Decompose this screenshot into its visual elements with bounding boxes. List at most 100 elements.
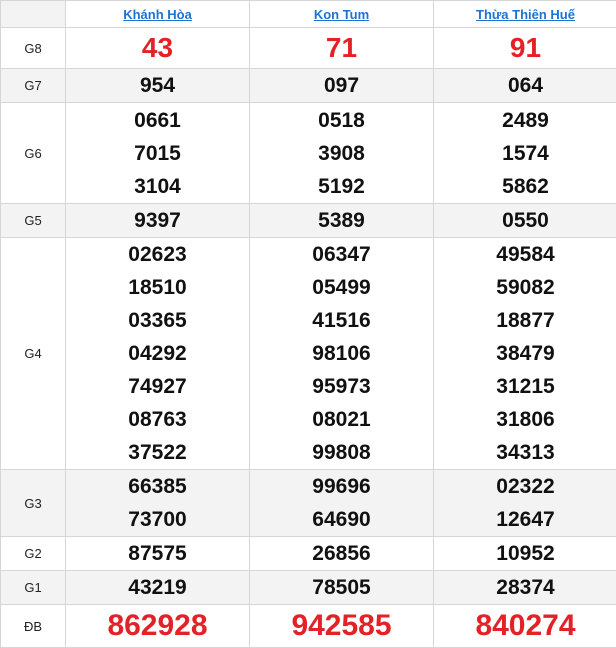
result-number: 03365 [66,304,249,337]
result-number: 34313 [434,436,616,469]
result-number: 43 [66,28,249,68]
result-number: 5389 [250,204,433,237]
prize-row: G402623185100336504292749270876337522063… [1,238,616,470]
result-number: 942585 [250,605,433,647]
result-cell: 71 [250,28,434,69]
result-number: 64690 [250,503,433,536]
result-number: 0661 [66,104,249,137]
province-link-thua-thien-hue[interactable]: Thừa Thiên Huế [476,7,575,22]
result-number: 02322 [434,470,616,503]
result-number: 38479 [434,337,616,370]
prize-label: G8 [1,28,66,69]
result-number: 18877 [434,304,616,337]
prize-label: G1 [1,571,66,605]
result-number: 28374 [434,571,616,604]
result-cell: 9969664690 [250,470,434,537]
result-number: 0518 [250,104,433,137]
prize-label: G5 [1,204,66,238]
result-cell: 862928 [66,605,250,648]
result-number: 7015 [66,137,249,170]
province-header: Thừa Thiên Huế [434,1,616,28]
result-cell: 9397 [66,204,250,238]
result-cell: 02623185100336504292749270876337522 [66,238,250,470]
result-cell: 954 [66,69,250,103]
result-number: 04292 [66,337,249,370]
result-cell: 87575 [66,537,250,571]
result-cell: 051839085192 [250,103,434,204]
result-cell: 26856 [250,537,434,571]
results-body: G8437191G7954097064G60661701531040518390… [1,28,616,648]
result-number: 064 [434,69,616,102]
prize-row: G5939753890550 [1,204,616,238]
result-number: 9397 [66,204,249,237]
result-cell: 5389 [250,204,434,238]
result-number: 06347 [250,238,433,271]
prize-label: G7 [1,69,66,103]
result-number: 10952 [434,537,616,570]
result-cell: 43 [66,28,250,69]
result-number: 02623 [66,238,249,271]
result-cell: 097 [250,69,434,103]
result-number: 08021 [250,403,433,436]
prize-row: G8437191 [1,28,616,69]
result-number: 99696 [250,470,433,503]
result-cell: 06347054994151698106959730802199808 [250,238,434,470]
result-cell: 43219 [66,571,250,605]
result-number: 49584 [434,238,616,271]
prize-row: ĐB862928942585840274 [1,605,616,648]
result-number: 2489 [434,104,616,137]
result-number: 5192 [250,170,433,203]
prize-row: G6066170153104051839085192248915745862 [1,103,616,204]
prize-row: G3663857370099696646900232212647 [1,470,616,537]
result-number: 097 [250,69,433,102]
result-cell: 28374 [434,571,616,605]
result-number: 91 [434,28,616,68]
result-number: 0550 [434,204,616,237]
result-number: 31215 [434,370,616,403]
result-number: 3908 [250,137,433,170]
result-number: 18510 [66,271,249,304]
result-number: 59082 [434,271,616,304]
result-cell: 10952 [434,537,616,571]
result-cell: 78505 [250,571,434,605]
result-cell: 0232212647 [434,470,616,537]
result-number: 954 [66,69,249,102]
province-link-khanh-hoa[interactable]: Khánh Hòa [123,7,192,22]
header-row: Khánh Hòa Kon Tum Thừa Thiên Huế [1,1,616,28]
result-cell: 840274 [434,605,616,648]
province-header: Kon Tum [250,1,434,28]
prize-label: G2 [1,537,66,571]
result-number: 31806 [434,403,616,436]
result-number: 99808 [250,436,433,469]
result-number: 66385 [66,470,249,503]
result-cell: 066170153104 [66,103,250,204]
result-number: 37522 [66,436,249,469]
result-cell: 942585 [250,605,434,648]
prize-label: ĐB [1,605,66,648]
prize-label: G6 [1,103,66,204]
result-number: 87575 [66,537,249,570]
result-cell: 064 [434,69,616,103]
result-number: 1574 [434,137,616,170]
result-number: 73700 [66,503,249,536]
result-number: 05499 [250,271,433,304]
province-header: Khánh Hòa [66,1,250,28]
result-number: 41516 [250,304,433,337]
result-number: 862928 [66,605,249,647]
result-number: 95973 [250,370,433,403]
prize-row: G1432197850528374 [1,571,616,605]
result-number: 43219 [66,571,249,604]
result-cell: 6638573700 [66,470,250,537]
result-number: 26856 [250,537,433,570]
result-number: 78505 [250,571,433,604]
result-cell: 91 [434,28,616,69]
prize-label: G3 [1,470,66,537]
prize-label: G4 [1,238,66,470]
province-link-kon-tum[interactable]: Kon Tum [314,7,369,22]
result-number: 08763 [66,403,249,436]
result-number: 12647 [434,503,616,536]
prize-row: G2875752685610952 [1,537,616,571]
corner-cell [1,1,66,28]
result-number: 74927 [66,370,249,403]
result-number: 98106 [250,337,433,370]
